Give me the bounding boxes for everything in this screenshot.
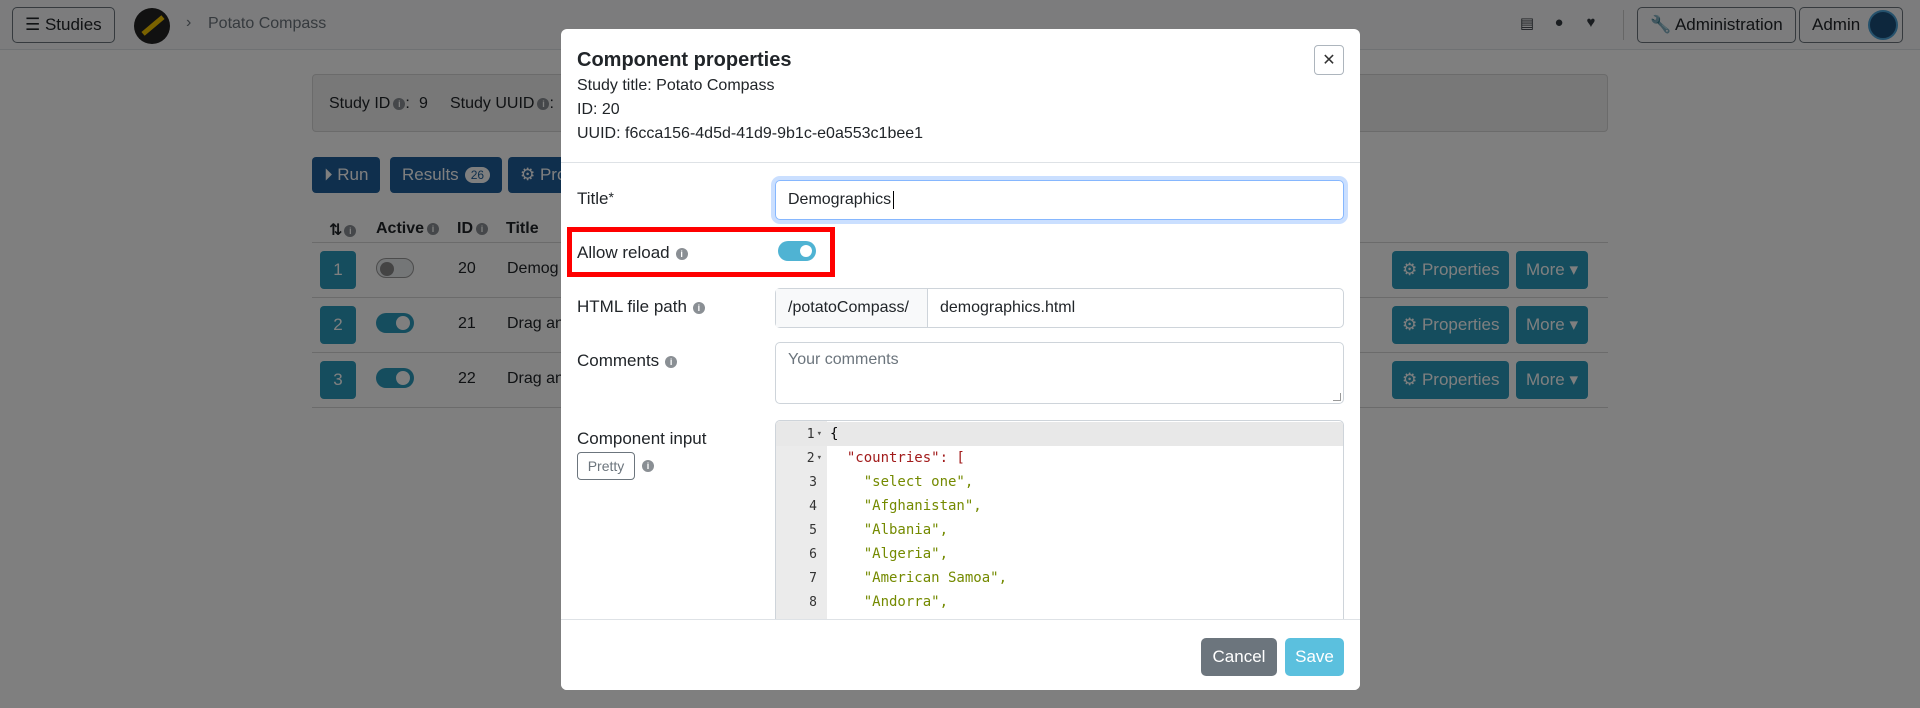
line-number: 4 [809, 498, 817, 514]
html-file-path-group: /potatoCompass/ demographics.html [775, 288, 1344, 328]
modal-footer: Cancel Save [561, 619, 1360, 690]
line-number: 7 [809, 570, 817, 586]
required-marker: * [608, 189, 614, 205]
line-number: 6 [809, 546, 817, 562]
comments-placeholder: Your comments [788, 351, 899, 368]
close-icon[interactable]: ✕ [1314, 45, 1344, 75]
code-line: { [830, 426, 839, 442]
info-icon[interactable]: i [642, 460, 654, 472]
code-line: "Albania", [830, 522, 949, 538]
component-id-line: ID: 20 [577, 101, 620, 118]
comments-textarea[interactable]: Your comments [775, 342, 1344, 404]
component-input-editor[interactable]: 1 2 3 4 5 6 7 8 { "countries": [ "select… [775, 420, 1344, 620]
html-file-path-label: HTML file path i [577, 297, 705, 317]
line-number: 8 [809, 594, 817, 610]
study-title-value: Potato Compass [656, 77, 775, 94]
html-file-path-prefix: /potatoCompass/ [776, 289, 928, 327]
resize-handle-icon[interactable] [1333, 393, 1341, 401]
component-properties-modal: Component properties Study title: Potato… [561, 29, 1360, 690]
line-number: 5 [809, 522, 817, 538]
active-line-highlight [776, 422, 1343, 446]
modal-header: Component properties Study title: Potato… [561, 29, 1360, 163]
save-button[interactable]: Save [1285, 638, 1344, 676]
code-line: "select one", [830, 474, 974, 490]
code-line: "Algeria", [830, 546, 949, 562]
component-uuid-value: f6cca156-4d5d-41d9-9b1c-e0a553c1bee1 [625, 125, 924, 142]
text-caret [893, 191, 895, 209]
cancel-button[interactable]: Cancel [1201, 638, 1277, 676]
title-input-value: Demographics [788, 191, 892, 208]
title-label: Title* [577, 189, 614, 208]
line-number: 1 [776, 422, 827, 446]
highlight-box [567, 227, 835, 277]
component-input-label: Component input [577, 429, 707, 448]
pretty-button[interactable]: Pretty [577, 452, 635, 480]
component-id-value: 20 [601, 101, 620, 118]
component-uuid-line: UUID: f6cca156-4d5d-41d9-9b1c-e0a553c1be… [577, 125, 924, 142]
info-icon[interactable]: i [692, 301, 705, 314]
code-line: "Andorra", [830, 594, 949, 610]
modal-title: Component properties [577, 49, 792, 71]
title-input[interactable]: Demographics [775, 180, 1344, 220]
study-title-line: Study title: Potato Compass [577, 77, 775, 94]
line-number: 2 [776, 446, 827, 470]
comments-label: Comments i [577, 351, 678, 371]
line-number: 3 [809, 474, 817, 490]
code-line: "American Samoa", [830, 570, 1008, 586]
html-file-path-input[interactable]: demographics.html [928, 289, 1343, 327]
code-line: "Afghanistan", [830, 498, 982, 514]
code-line: "countries": [ [830, 450, 965, 466]
info-icon[interactable]: i [665, 355, 678, 368]
